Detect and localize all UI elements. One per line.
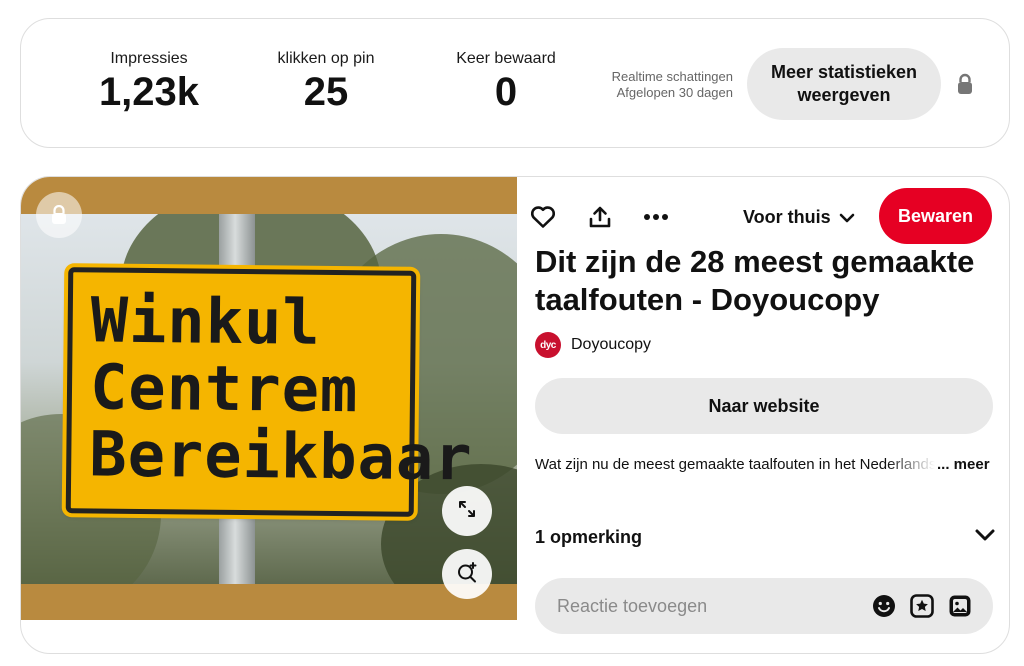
pin-title: Dit zijn de 28 meest gemaakte taalfouten…	[535, 244, 975, 317]
expand-button[interactable]	[442, 486, 492, 536]
image-icon[interactable]	[947, 593, 973, 619]
comment-box[interactable]	[535, 578, 993, 634]
stat-label: Impressies	[110, 50, 188, 67]
stats-card: Impressies 1,23k klikken op pin 25 Keer …	[20, 18, 1010, 148]
realtime-line: Realtime schattingen	[611, 69, 733, 84]
save-button[interactable]: Bewaren	[879, 188, 992, 244]
more-link[interactable]: ... meer	[937, 456, 990, 473]
stat-pin-clicks: klikken op pin 25	[261, 49, 391, 115]
realtime-note: Realtime schattingen Afgelopen 30 dagen	[581, 69, 733, 101]
pin-description: Wat zijn nu de meest gemaakte taalfouten…	[535, 454, 1001, 476]
board-dropdown[interactable]: Voor thuis	[743, 203, 855, 231]
lock-icon	[36, 192, 82, 238]
share-icon[interactable]	[586, 203, 614, 231]
period-line: Afgelopen 30 dagen	[616, 85, 733, 100]
visit-website-button[interactable]: Naar website	[535, 378, 993, 434]
photo: Winkul Centrem Bereikbaar	[21, 214, 517, 584]
expand-icon	[457, 499, 477, 524]
description-text: Wat zijn nu de meest gemaakte taalfouten…	[535, 456, 935, 473]
lock-icon	[956, 73, 974, 95]
sign-text: Centrem	[89, 350, 359, 427]
comments-toggle[interactable]: 1 opmerking	[535, 523, 995, 551]
comment-input[interactable]	[557, 595, 857, 617]
sign-text: Bereikbaar	[88, 417, 473, 495]
board-name: Voor thuis	[743, 206, 831, 227]
lens-search-icon	[456, 561, 478, 588]
more-dots-icon[interactable]	[642, 203, 670, 231]
pin-image[interactable]: Winkul Centrem Bereikbaar	[21, 177, 517, 620]
stat-saves: Keer bewaard 0	[441, 49, 571, 115]
road-sign: Winkul Centrem Bereikbaar	[65, 267, 473, 517]
stat-label: klikken op pin	[277, 50, 375, 67]
stat-value: 25	[303, 70, 349, 114]
stat-value: 0	[494, 70, 518, 114]
emoji-icon[interactable]	[871, 593, 897, 619]
avatar: dyc	[535, 332, 561, 358]
pin-card: Winkul Centrem Bereikbaar Voor thuis Bew…	[20, 176, 1010, 654]
sticker-icon[interactable]	[909, 593, 935, 619]
chevron-down-icon	[839, 207, 855, 228]
stat-impressions: Impressies 1,23k	[89, 49, 209, 115]
more-statistics-button[interactable]: Meer statistieken weergeven	[747, 48, 941, 120]
comments-count: 1 opmerking	[535, 526, 643, 547]
chevron-down-icon	[975, 528, 995, 546]
creator[interactable]: dyc Doyoucopy	[535, 332, 651, 358]
sign-text: Winkul	[90, 283, 322, 359]
stat-value: 1,23k	[98, 70, 200, 114]
visual-search-button[interactable]	[442, 549, 492, 599]
stat-label: Keer bewaard	[456, 50, 556, 67]
creator-name: Doyoucopy	[571, 336, 652, 353]
heart-icon[interactable]	[529, 203, 557, 231]
